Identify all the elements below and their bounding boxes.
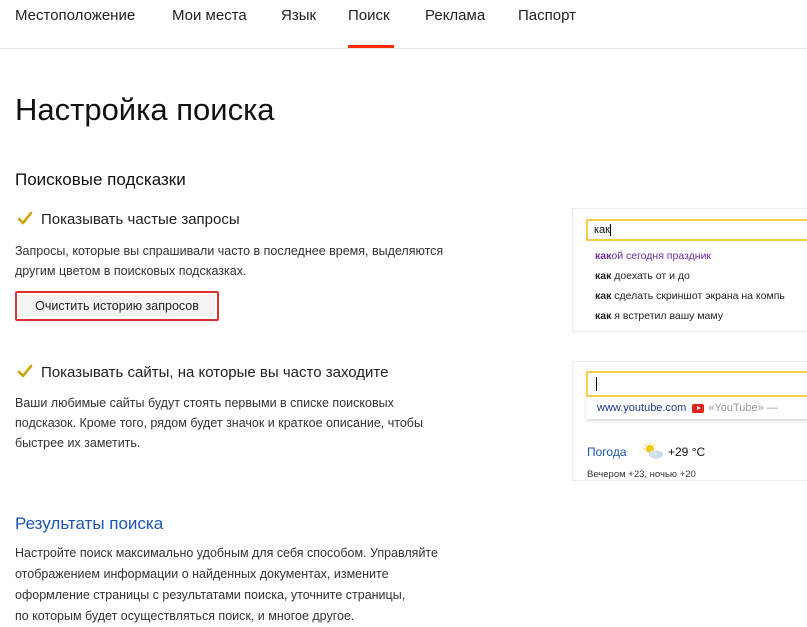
nav-tab-location[interactable]: Местоположение [15,7,135,24]
preview-search-input: как [586,219,807,241]
frequent-sites-description: Ваши любимые сайты будут стоять первыми … [15,396,423,450]
frequent-queries-option: Показывать частые запросы [16,210,240,228]
clear-history-highlight: Очистить историю запросов [15,291,219,321]
search-results-link[interactable]: Результаты поиска [15,514,163,534]
site-description: «YouTube» — [708,402,778,414]
preview-search-input [586,371,807,397]
weather-forecast: Вечером +23, ночью +20 [587,469,696,480]
nav-tab-my-places[interactable]: Мои места [172,7,247,24]
preview-frequent-queries: как какой сегодня праздник как доехать о… [572,208,807,332]
weather-link: Погода [587,445,627,459]
frequent-queries-checkbox[interactable] [16,210,34,228]
frequent-queries-label: Показывать частые запросы [41,210,240,228]
nav-tab-passport[interactable]: Паспорт [518,7,576,24]
nav-tab-search[interactable]: Поиск [348,7,390,24]
nav-tab-language[interactable]: Язык [281,7,316,24]
checkmark-icon [17,364,33,378]
top-nav: Местоположение Мои места Язык Поиск Рекл… [0,0,807,49]
suggestion-item: какой сегодня праздник [595,250,712,262]
site-suggestion: www.youtube.com «YouTube» — [586,397,807,419]
suggestion-item: как сделать скриншот экрана на компь [595,290,785,302]
suggestion-item: как доехать от и до [595,270,690,282]
active-tab-indicator [348,45,394,48]
frequent-sites-checkbox[interactable] [16,363,34,381]
clear-history-button[interactable]: Очистить историю запросов [19,295,215,317]
suggestion-item: как я встретил вашу маму [595,310,723,322]
frequent-sites-label: Показывать сайты, на которые вы часто за… [41,363,389,381]
preview-frequent-sites: www.youtube.com «YouTube» — Погода +29 °… [572,361,807,481]
weather-temperature: +29 °С [668,445,706,459]
checkmark-icon [17,211,33,225]
frequent-sites-option: Показывать сайты, на которые вы часто за… [16,363,388,381]
site-url: www.youtube.com [597,402,687,414]
page-title: Настройка поиска [15,92,275,127]
sun-cloud-icon [643,442,663,459]
nav-tab-ads[interactable]: Реклама [425,7,485,24]
text-caret [596,377,597,391]
section-title-suggestions: Поисковые подсказки [15,170,186,189]
search-results-description: Настройте поиск максимально удобным для … [15,546,438,623]
youtube-icon [692,403,705,413]
frequent-queries-description: Запросы, которые вы спрашивали часто в п… [15,244,444,278]
